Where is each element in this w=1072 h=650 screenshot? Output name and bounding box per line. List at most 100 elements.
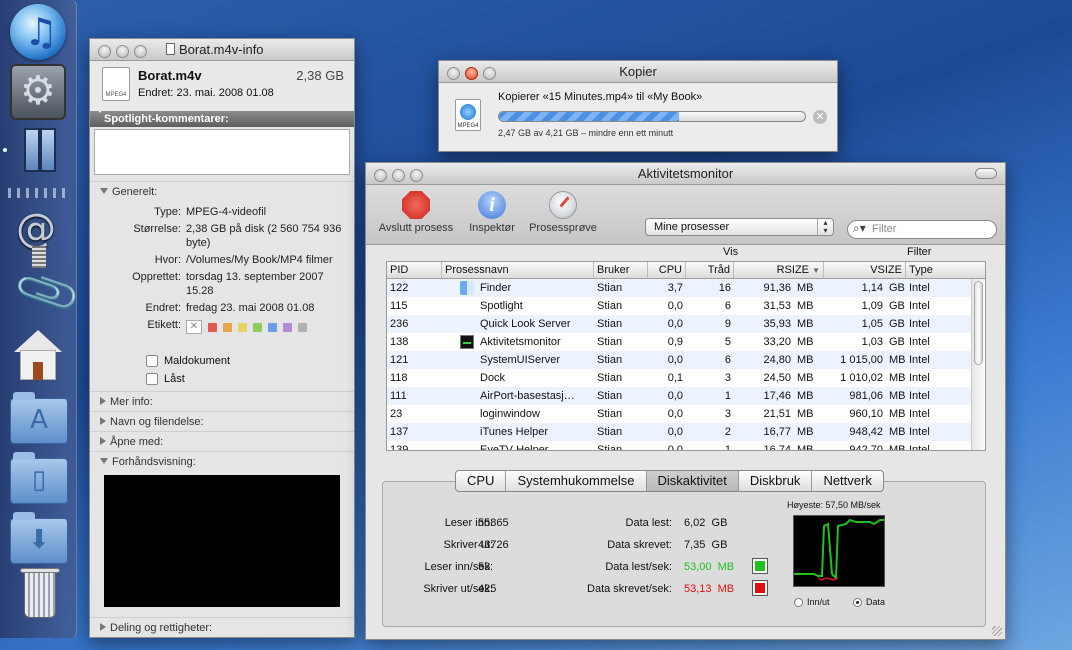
open-with-section-header[interactable]: Åpne med: [90,431,354,451]
spaces-icon[interactable] [10,124,66,180]
zoom-button[interactable] [483,67,496,80]
tab-diskaktivitet[interactable]: Diskaktivitet [646,471,739,491]
name-extension-section-header[interactable]: Navn og filendelse: [90,411,354,431]
mpeg4-file-icon: MPEG4 [102,67,130,101]
io-radio[interactable]: Inn/ut [794,597,830,607]
cell-pid: 122 [390,282,409,294]
paperclip-icon[interactable]: 📎 [10,257,84,329]
label-swatch[interactable] [223,322,232,332]
sample-process-button[interactable]: Prosessprøve [526,191,600,234]
table-row[interactable]: 138 Aktivitetsmonitor Stian 0,9 5 33,20 MB 1,03… [387,333,985,351]
col-rsize[interactable]: RSIZE ▼ [734,262,824,278]
close-active-button[interactable] [465,67,478,80]
cell-name: EyeTV Helper [442,441,594,450]
home-icon[interactable] [10,328,66,384]
col-name[interactable]: Prosessnavn [442,262,594,278]
cell-cpu: 0,0 [667,354,683,366]
itunes-icon[interactable]: ♫ [10,4,66,60]
col-cpu[interactable]: CPU [648,262,686,278]
cell-vsize-unit: MB [889,426,906,438]
label-swatch[interactable] [283,322,292,332]
label-swatch[interactable] [253,322,262,332]
table-row[interactable]: 236 Quick Look Server Stian 0,0 9 35,93 MB 1,05… [387,315,985,333]
inspect-button[interactable]: i Inspektør [465,191,519,234]
stop-copy-icon[interactable]: ✕ [813,110,827,124]
label-swatch[interactable] [298,322,307,332]
row-key: Opprettet: [132,271,181,283]
stationery-checkbox[interactable]: Maldokument [146,355,230,367]
write-color-swatch[interactable] [752,580,768,596]
resize-handle[interactable] [992,626,1002,636]
window-title: Aktivitetsmonitor [637,166,734,181]
cell-vsize: 1 010,02 [840,372,883,384]
tool-label: Inspektør [469,222,515,234]
general-section-header[interactable]: Generelt: [90,181,354,201]
spotlight-comments-field[interactable] [94,129,350,175]
table-row[interactable]: 122 Finder Stian 3,7 16 91,36 MB 1,14 GB Intel [387,279,985,297]
mail-icon[interactable]: @ [10,206,66,268]
more-info-section-header[interactable]: Mer info: [90,391,354,411]
read-color-swatch[interactable] [752,558,768,574]
tab-nettverk[interactable]: Nettverk [812,471,882,491]
col-vsize[interactable]: VSIZE [824,262,906,278]
label-swatch[interactable] [208,322,217,332]
table-row[interactable]: 118 Dock Stian 0,1 3 24,50 MB 1 010,02 MB Intel [387,369,985,387]
checkbox-box[interactable] [146,373,158,385]
scrollbar-thumb[interactable] [974,281,983,365]
general-row-created: Opprettet: torsdag 13. september 2007 15.… [90,270,348,298]
checkbox-label: Låst [164,373,185,385]
table-row[interactable]: 139 EyeTV Helper Stian 0,0 1 16,74 MB 942,70 MB I… [387,441,985,450]
zoom-button[interactable] [134,45,147,58]
table-row[interactable]: 121 SystemUIServer Stian 0,0 6 24,80 MB 1 015,0… [387,351,985,369]
col-type[interactable]: Type [906,262,976,278]
downloads-folder-icon[interactable]: ⬇ [10,512,68,564]
info-titlebar[interactable]: Borat.m4v-info [90,39,354,61]
close-button[interactable] [447,67,460,80]
cell-rsize: 91,36 [763,282,791,294]
radio-button[interactable] [794,597,803,607]
minimize-button[interactable] [116,45,129,58]
system-preferences-icon[interactable]: ⚙ [10,64,66,120]
checkbox-box[interactable] [146,355,158,367]
copy-titlebar[interactable]: Kopier [439,61,837,83]
am-titlebar[interactable]: Aktivitetsmonitor [366,163,1005,185]
tab-cpu[interactable]: CPU [456,471,507,491]
show-processes-select[interactable]: Mine prosesser ▴ ▾ [645,218,834,236]
table-row[interactable]: 23 loginwindow Stian 0,0 3 21,51 MB 960,10 MB Int… [387,405,985,423]
sharing-section-header[interactable]: Deling og rettigheter: [90,617,354,637]
tab-systemhukommelse[interactable]: Systemhukommelse [506,471,647,491]
col-rsize-label: RSIZE [776,264,810,276]
label-swatch[interactable] [268,322,277,332]
locked-checkbox[interactable]: Låst [146,373,230,385]
col-pid[interactable]: PID [387,262,442,278]
toolbar-toggle-button[interactable] [975,168,997,179]
zoom-button[interactable] [410,169,423,182]
cell-rsize-unit: MB [797,408,814,420]
data-radio[interactable]: Data [853,597,885,607]
minimize-button[interactable] [392,169,405,182]
preview-section-header[interactable]: Forhåndsvisning: [90,451,354,471]
table-row[interactable]: 137 iTunes Helper Stian 0,0 2 16,77 MB 948,42 MB… [387,423,985,441]
row-value: torsdag 13. september 2007 15.28 [186,271,324,297]
documents-folder-icon[interactable]: ▯ [10,452,68,504]
copy-progress-bar [498,111,806,122]
filter-search-field[interactable]: ⌕▾ Filter [847,220,997,239]
radio-button[interactable] [853,597,862,607]
col-user[interactable]: Bruker [594,262,648,278]
quit-process-button[interactable]: Avslutt prosess [374,191,458,234]
label-swatch[interactable] [238,322,247,332]
dock: ♫ ⚙ @ 📎 A ▯ ⬇ [0,0,84,638]
tab-diskbruk[interactable]: Diskbruk [739,471,813,491]
select-arrows-icon: ▴ ▾ [817,219,833,235]
col-threads[interactable]: Tråd [686,262,734,278]
close-button[interactable] [374,169,387,182]
table-scrollbar[interactable] [971,279,985,450]
applications-folder-icon[interactable]: A [10,392,68,444]
no-label-button[interactable]: ✕ [186,320,202,334]
table-row[interactable]: 111 AirPort-basestasj… Stian 0,0 1 17,46 MB 981… [387,387,985,405]
table-row[interactable]: 115 Spotlight Stian 0,0 6 31,53 MB 1,09 GB Intel [387,297,985,315]
close-button[interactable] [98,45,111,58]
cell-type: Intel [909,390,930,402]
trash-icon[interactable] [10,566,66,622]
spotlight-section-header[interactable]: Spotlight-kommentarer: [90,107,354,127]
